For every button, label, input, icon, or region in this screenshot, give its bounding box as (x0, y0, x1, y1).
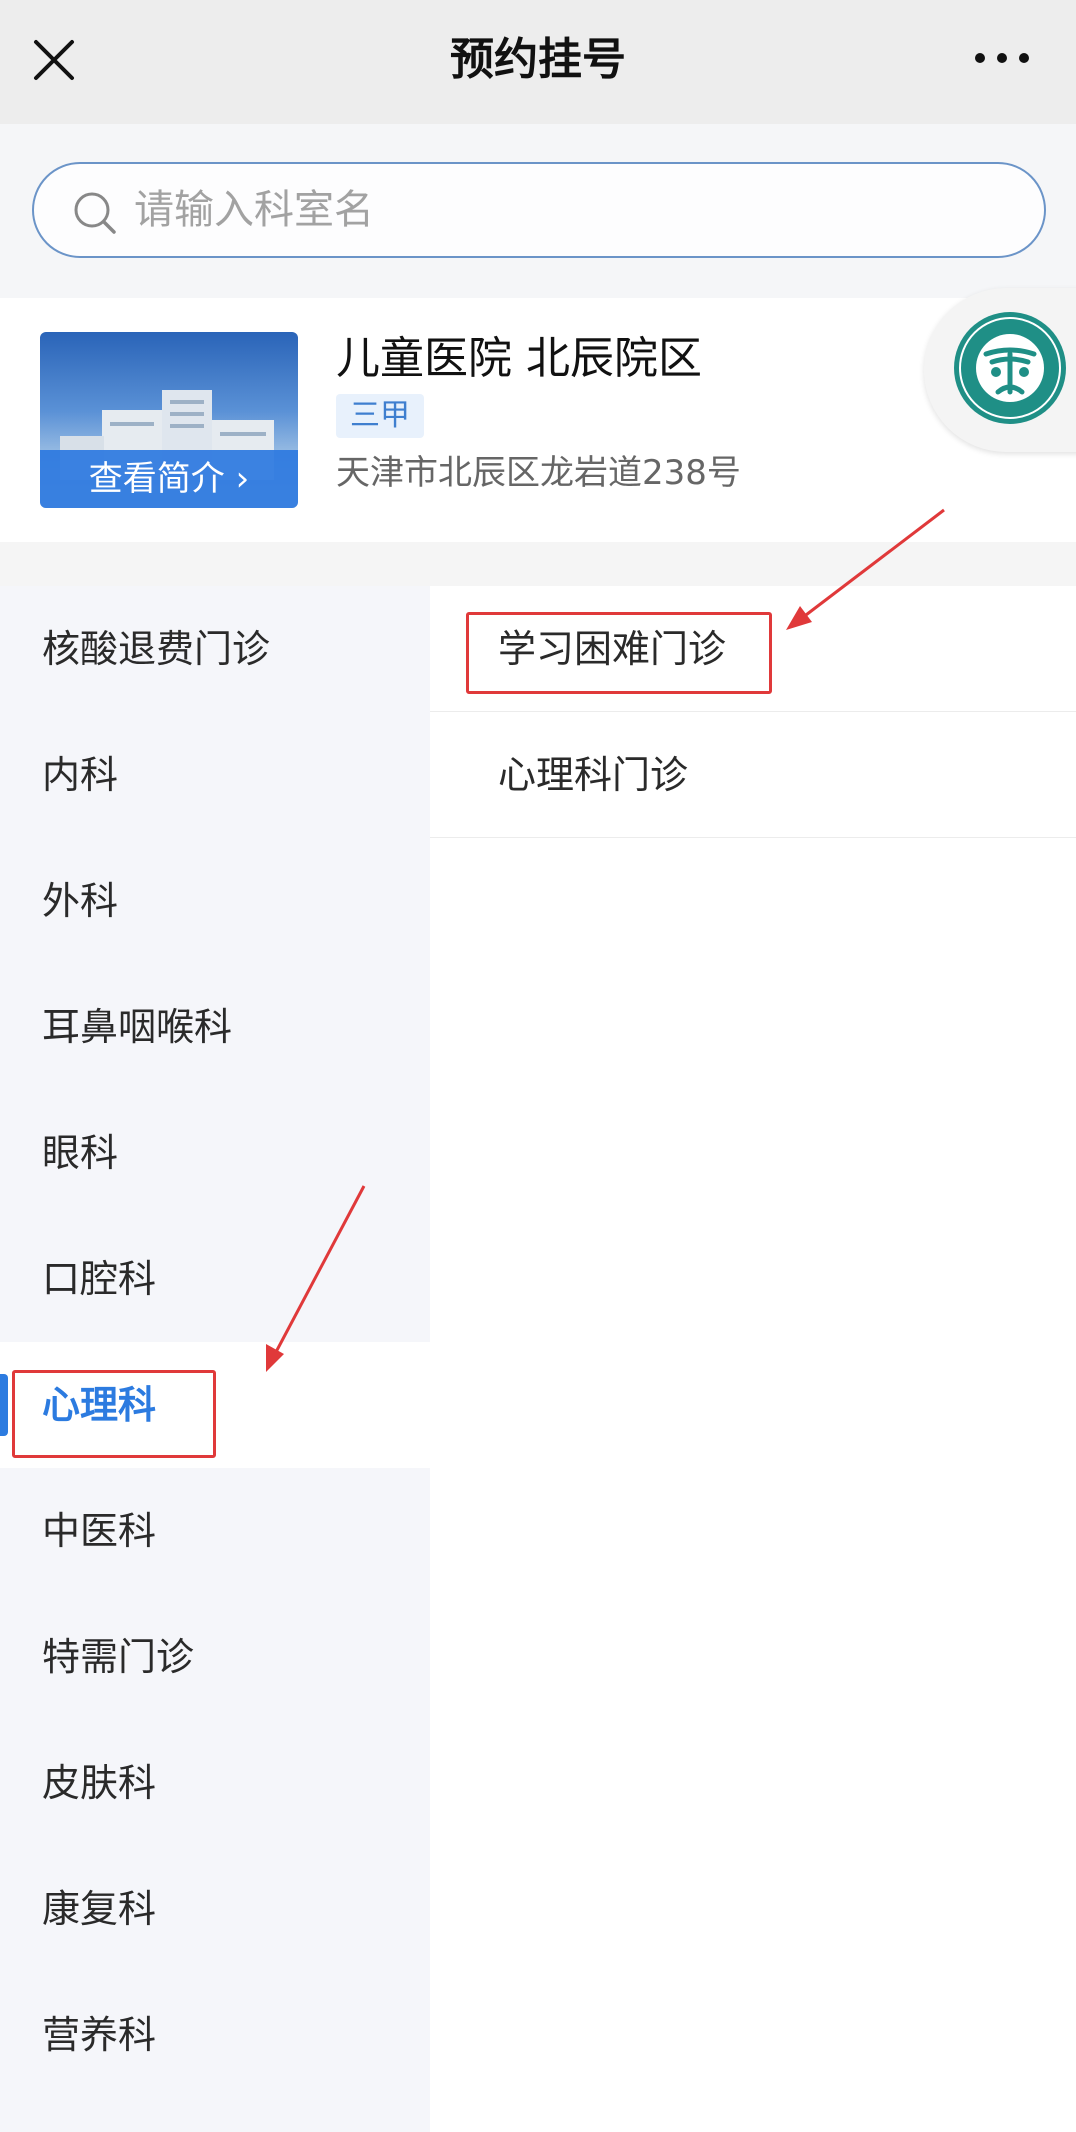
category-item[interactable]: 康复科 (0, 1846, 430, 1972)
page-title: 预约挂号 (450, 34, 626, 85)
hospital-name: 儿童医院 北辰院区 (336, 333, 702, 384)
category-item[interactable]: 外科 (0, 838, 430, 964)
category-item[interactable]: 皮肤科 (0, 1720, 430, 1846)
clinic-item[interactable]: 学习困难门诊 (430, 586, 1076, 712)
hospital-photo[interactable]: 查看简介 › (40, 332, 298, 508)
department-area: 核酸退费门诊 内科 外科 耳鼻咽喉科 眼科 口腔科 心理科 中医科 特需门诊 皮… (0, 586, 1076, 2132)
hospital-address: 天津市北辰区龙岩道238号 (336, 453, 741, 493)
search-input[interactable] (134, 164, 1014, 256)
category-item[interactable]: 核酸退费门诊 (0, 586, 430, 712)
category-item[interactable]: 眼科 (0, 1090, 430, 1216)
view-intro-button[interactable]: 查看简介 › (40, 450, 298, 508)
search-area (0, 124, 1076, 298)
category-item[interactable]: 特需门诊 (0, 1594, 430, 1720)
department-category-list: 核酸退费门诊 内科 外科 耳鼻咽喉科 眼科 口腔科 心理科 中医科 特需门诊 皮… (0, 586, 430, 2132)
category-item-selected[interactable]: 心理科 (0, 1342, 430, 1468)
hospital-level-badge: 三甲 (336, 394, 424, 438)
search-box[interactable] (32, 162, 1046, 258)
nav-bar: 预约挂号 (0, 0, 1076, 124)
category-item[interactable]: 口腔科 (0, 1216, 430, 1342)
category-item[interactable]: 内科 (0, 712, 430, 838)
category-item[interactable]: 耳鼻咽喉科 (0, 964, 430, 1090)
hospital-logo-float[interactable] (924, 288, 1076, 452)
hospital-card: 查看简介 › 儿童医院 北辰院区 三甲 天津市北辰区龙岩道238号 (0, 298, 1076, 542)
hospital-logo-icon (954, 312, 1066, 424)
selected-indicator (0, 1374, 8, 1436)
category-item[interactable]: 营养科 (0, 1972, 430, 2098)
clinic-item[interactable]: 心理科门诊 (430, 712, 1076, 838)
more-options-icon[interactable] (972, 46, 1032, 70)
search-icon (74, 192, 116, 234)
category-item[interactable]: 中医科 (0, 1468, 430, 1594)
